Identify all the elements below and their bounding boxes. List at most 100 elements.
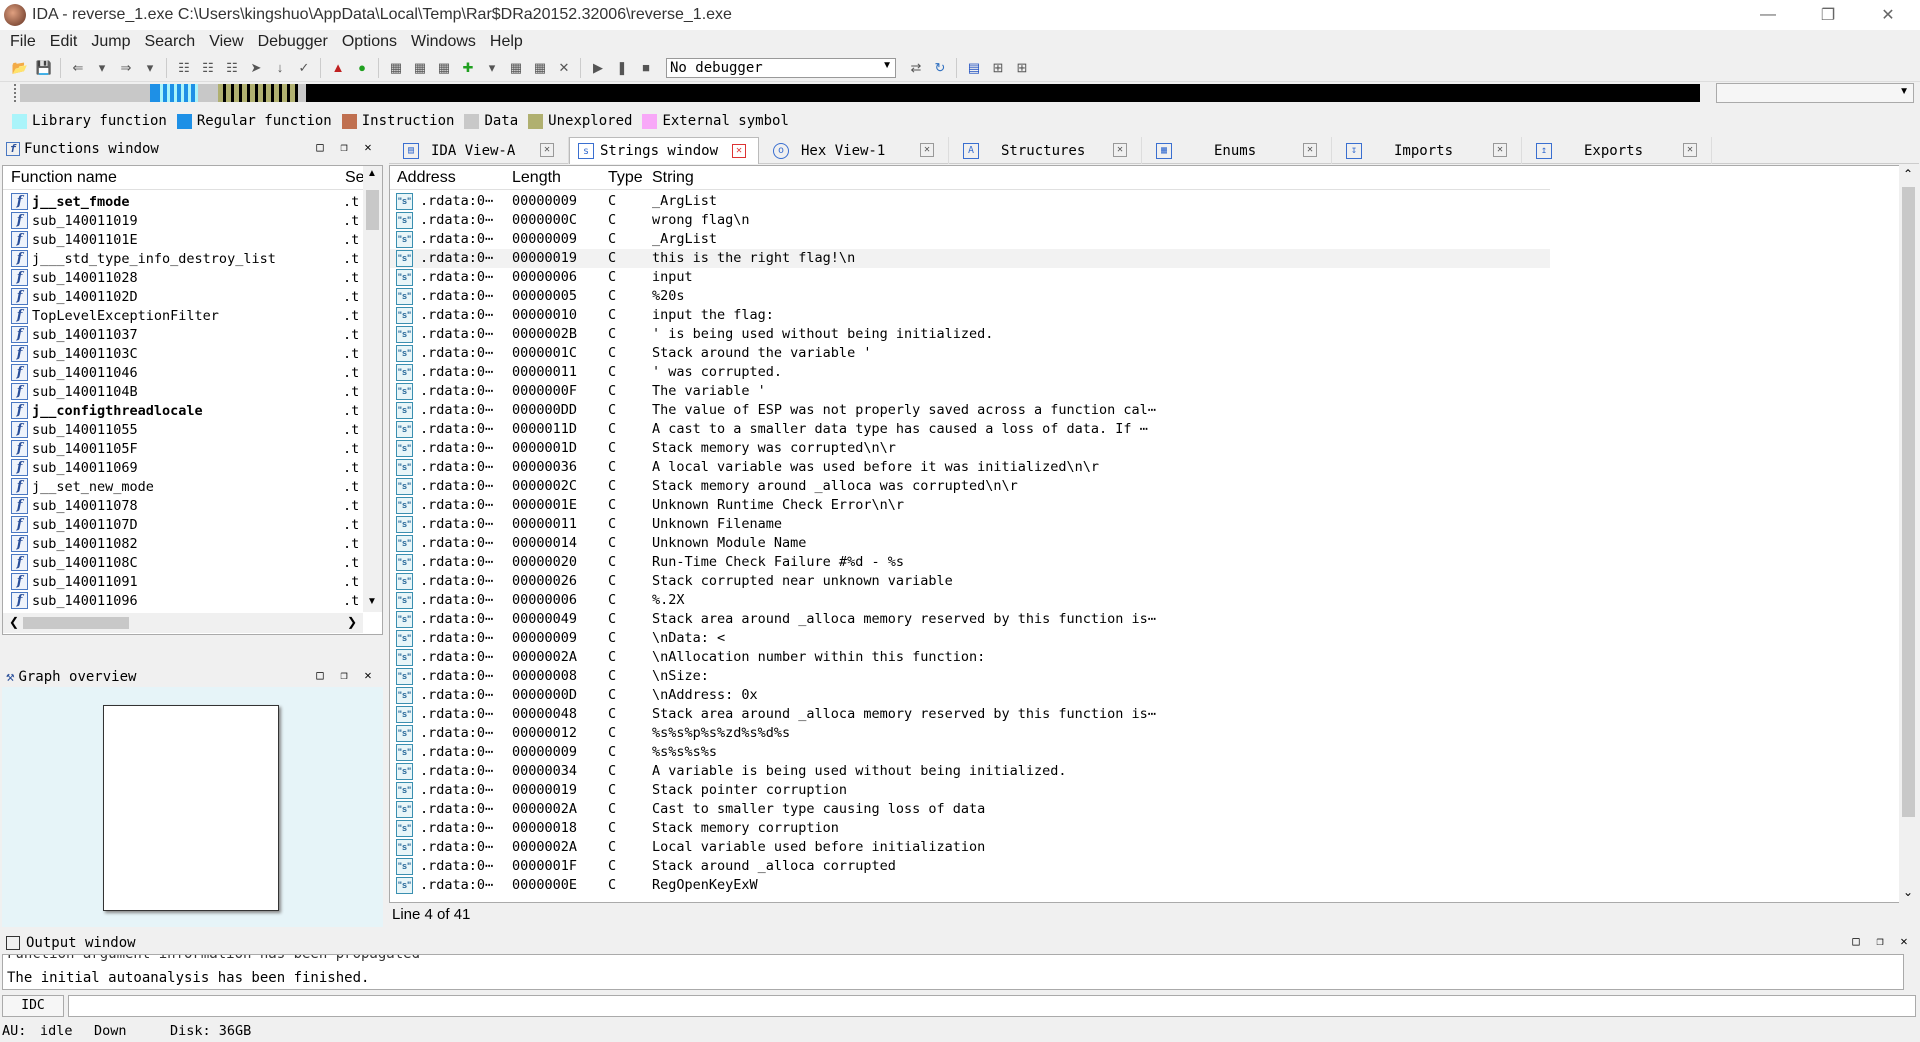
function-row[interactable]: f j__configthreadlocale .t (3, 401, 363, 420)
string-row[interactable]: "s" .rdata:0⋯ 00000009 C _ArgList (390, 192, 1550, 211)
scroll-left-icon[interactable]: ❮ (9, 615, 19, 629)
close-pane-icon[interactable]: ✕ (360, 668, 376, 684)
column-segment[interactable]: Se (345, 169, 365, 187)
function-row[interactable]: f sub_14001105F .t (3, 439, 363, 458)
close-tab-icon[interactable]: ✕ (1683, 143, 1697, 157)
float-pane-icon[interactable]: □ (1848, 934, 1864, 950)
jump-down-icon[interactable]: ↓ (270, 58, 290, 78)
column-function-name[interactable]: Function name (11, 169, 117, 187)
string-row[interactable]: "s" .rdata:0⋯ 00000020 C Run-Time Check Fail… (390, 553, 1550, 572)
function-row[interactable]: f sub_14001107D .t (3, 515, 363, 534)
close-button[interactable]: ✕ (1860, 0, 1916, 30)
tab-strings-window[interactable]: s Strings window ✕ (569, 137, 759, 164)
graph-overview-viewport[interactable] (103, 705, 279, 911)
menu-search[interactable]: Search (138, 33, 203, 51)
string-row[interactable]: "s" .rdata:0⋯ 0000002B C ' is being used wit… (390, 325, 1550, 344)
string-row[interactable]: "s" .rdata:0⋯ 00000008 C \nSize: (390, 667, 1550, 686)
function-row[interactable]: f sub_14001104B .t (3, 382, 363, 401)
string-row[interactable]: "s" .rdata:0⋯ 00000006 Cinput (390, 268, 1550, 287)
output-window[interactable]: Function argument information has been p… (2, 954, 1904, 990)
string-row[interactable]: "s" .rdata:0⋯ 00000009 C _ArgList (390, 230, 1550, 249)
scroll-thumb[interactable] (1902, 187, 1915, 817)
string-row[interactable]: "s" .rdata:0⋯ 00000006 C %.2X (390, 591, 1550, 610)
open-file-icon[interactable]: 📂 (10, 58, 30, 78)
string-row[interactable]: "s" .rdata:0⋯ 00000011 C ' was corrupted. (390, 363, 1550, 382)
close-tab-icon[interactable]: ✕ (1303, 143, 1317, 157)
string-row[interactable]: "s" .rdata:0⋯ 00000026 C Stack corrupted nea… (390, 572, 1550, 591)
menu-options[interactable]: Options (336, 33, 405, 51)
close-tab-icon[interactable]: ✕ (1113, 143, 1127, 157)
undefine-icon[interactable]: ✕ (554, 58, 574, 78)
tab-imports[interactable]: ↧ Imports ✕ (1332, 137, 1522, 164)
search-immediate-icon[interactable]: ☷ (222, 58, 242, 78)
menu-edit[interactable]: Edit (44, 33, 86, 51)
debugger-select[interactable]: No debugger ▼ (666, 57, 896, 78)
patch-icon[interactable]: ▲ (328, 58, 348, 78)
menu-windows[interactable]: Windows (405, 33, 484, 51)
search-binary-icon[interactable]: ☷ (198, 58, 218, 78)
restore-pane-icon[interactable]: ❐ (336, 140, 352, 156)
string-row[interactable]: "s" .rdata:0⋯ 0000011D C A cast to a smaller… (390, 420, 1550, 439)
function-row[interactable]: f sub_140011019 .t (3, 211, 363, 230)
tab-enums[interactable]: ▦ Enums ✕ (1142, 137, 1332, 164)
function-row[interactable]: f sub_140011078 .t (3, 496, 363, 515)
string-row[interactable]: "s" .rdata:0⋯ 00000036 C A local variable wa… (390, 458, 1550, 477)
scroll-thumb[interactable] (366, 190, 379, 230)
function-row[interactable]: f sub_14001108C .t (3, 553, 363, 572)
string-row[interactable]: "s" .rdata:0⋯ 0000002C C Stack memory around… (390, 477, 1550, 496)
function-row[interactable]: f sub_140011096 .t (3, 591, 363, 610)
column-type[interactable]: Type (608, 169, 643, 187)
function-row[interactable]: f sub_140011046 .t (3, 363, 363, 382)
close-pane-icon[interactable]: ✕ (1896, 934, 1912, 950)
close-pane-icon[interactable]: ✕ (360, 140, 376, 156)
restore-pane-icon[interactable]: ❐ (1872, 934, 1888, 950)
add-dropdown-icon[interactable]: ▾ (482, 58, 502, 78)
forward-dropdown-icon[interactable]: ▾ (140, 58, 160, 78)
function-row[interactable]: f j__set_fmode .t (3, 192, 363, 211)
navigation-bar[interactable] (20, 84, 1700, 102)
scroll-right-icon[interactable]: ❯ (347, 615, 357, 629)
function-row[interactable]: f sub_140011091 .t (3, 572, 363, 591)
scroll-up-icon[interactable]: ⌃ (1903, 167, 1913, 181)
command-input[interactable] (68, 995, 1916, 1017)
string-row[interactable]: "s" .rdata:0⋯ 00000019 C Stack pointer corru… (390, 781, 1550, 800)
string-row[interactable]: "s" .rdata:0⋯ 00000012 C %s%s%p%s%zd%s%d%s (390, 724, 1550, 743)
string-row[interactable]: "s" .rdata:0⋯ 0000002A C \nAllocation number… (390, 648, 1550, 667)
column-address[interactable]: Address (397, 169, 456, 187)
functions-vertical-scrollbar[interactable]: ▲ ▼ (363, 166, 382, 612)
tree-icon[interactable]: ⊞ (988, 58, 1008, 78)
tab-hex-view-1[interactable]: o Hex View-1 ✕ (759, 137, 949, 164)
close-tab-icon[interactable]: ✕ (1493, 143, 1507, 157)
menu-help[interactable]: Help (484, 33, 531, 51)
data-icon[interactable]: ▦ (410, 58, 430, 78)
menu-view[interactable]: View (203, 33, 251, 51)
struct-icon[interactable]: ▦ (506, 58, 526, 78)
code-icon[interactable]: ▦ (386, 58, 406, 78)
play-icon[interactable]: ▶ (588, 58, 608, 78)
function-row[interactable]: f sub_140011028 .t (3, 268, 363, 287)
function-row[interactable]: f sub_140011055 .t (3, 420, 363, 439)
function-row[interactable]: f sub_140011037 .t (3, 325, 363, 344)
idc-button[interactable]: IDC (2, 995, 64, 1017)
string-row[interactable]: "s" .rdata:0⋯ 0000001E C Unknown Runtime Che… (390, 496, 1550, 515)
float-pane-icon[interactable]: □ (312, 140, 328, 156)
forward-arrow-icon[interactable]: ⇒ (116, 58, 136, 78)
string-row[interactable]: "s" .rdata:0⋯ 00000018 C Stack memory corrup… (390, 819, 1550, 838)
string-row[interactable]: "s" .rdata:0⋯ 00000034 C A variable is being… (390, 762, 1550, 781)
function-row[interactable]: f TopLevelExceptionFilter .t (3, 306, 363, 325)
mark-icon[interactable]: ✓ (294, 58, 314, 78)
string-row[interactable]: "s" .rdata:0⋯ 00000009 C %s%s%s%s (390, 743, 1550, 762)
string-row[interactable]: "s" .rdata:0⋯ 0000000F C The variable ' (390, 382, 1550, 401)
function-row[interactable]: f sub_14001101E .t (3, 230, 363, 249)
scroll-thumb[interactable] (23, 617, 129, 629)
scroll-up-icon[interactable]: ▲ (367, 168, 377, 179)
restore-button[interactable]: ❐ (1800, 0, 1856, 30)
toolbar-grip[interactable] (14, 84, 17, 102)
column-length[interactable]: Length (512, 169, 561, 187)
string-row[interactable]: "s" .rdata:0⋯ 0000001F C Stack around _alloc… (390, 857, 1550, 876)
tab-exports[interactable]: ↥ Exports ✕ (1522, 137, 1712, 164)
save-icon[interactable]: 💾 (34, 58, 54, 78)
menu-file[interactable]: File (4, 33, 44, 51)
string-row[interactable]: "s" .rdata:0⋯ 00000005 C %20s (390, 287, 1550, 306)
tab-structures[interactable]: A Structures ✕ (949, 137, 1142, 164)
